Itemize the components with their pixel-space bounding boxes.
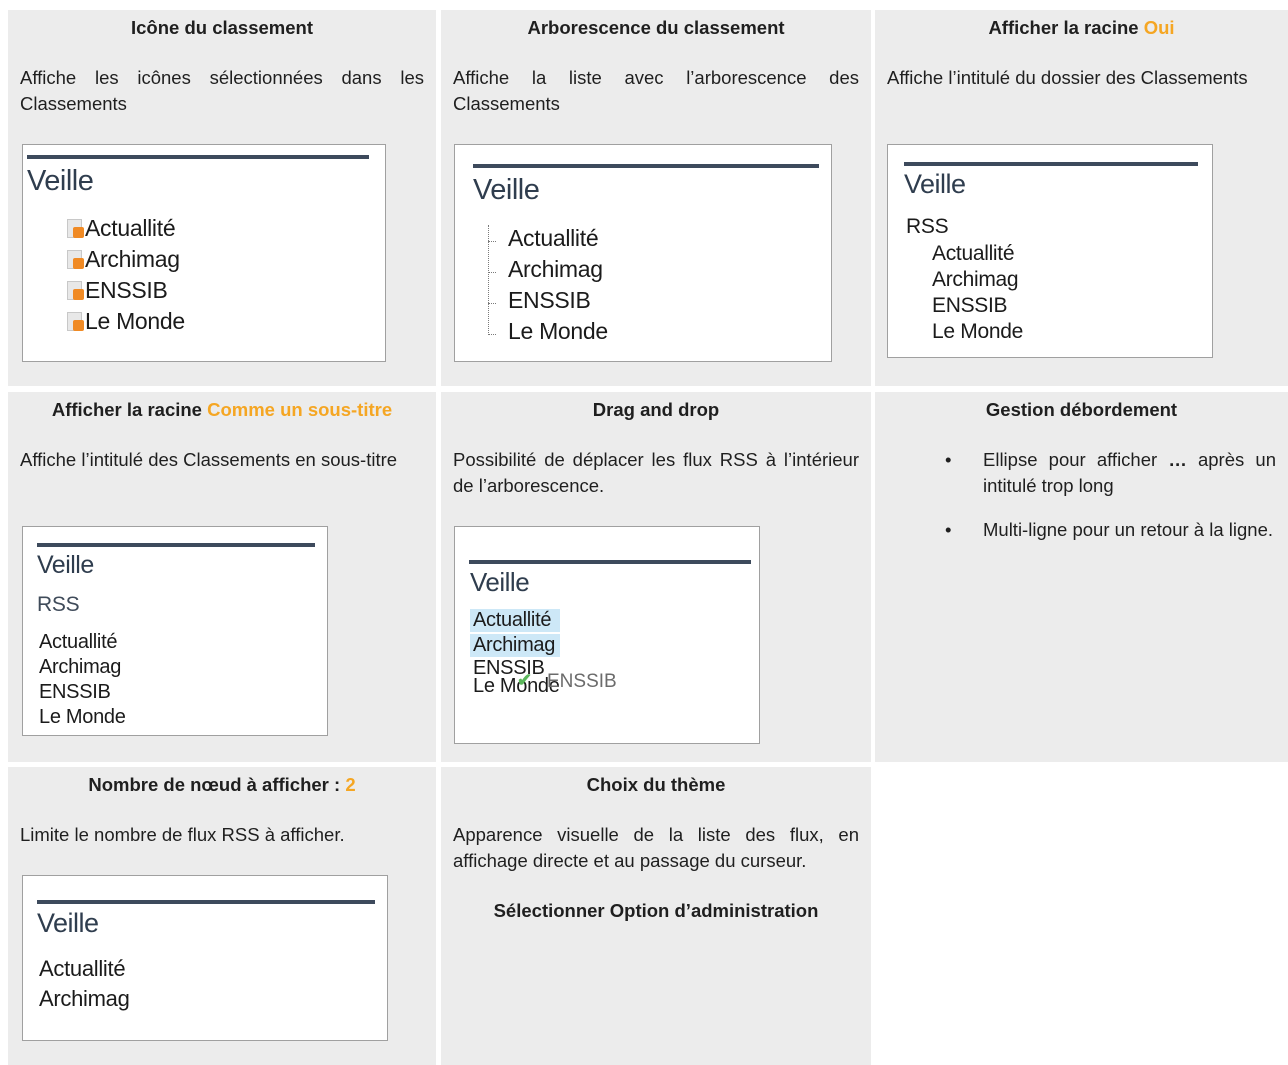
- preview-panel: Veille Actuallité Archimag ENSSIB Le Mon…: [454, 526, 760, 744]
- list-item: Actuallité: [67, 215, 176, 242]
- list-item-selected[interactable]: Archimag: [470, 634, 560, 657]
- rss-feed-icon: [67, 312, 84, 331]
- preview-panel: Veille Actuallité Archimag ENSSIB Le Mon…: [454, 144, 832, 362]
- list-item: Archimag: [67, 246, 180, 273]
- preview-panel: Veille RSS Actuallité Archimag ENSSIB Le…: [22, 526, 328, 736]
- cell-title: Drag and drop: [592, 399, 720, 420]
- preview-title: Veille: [904, 169, 966, 199]
- preview-panel: Veille RSS Actuallité Archimag ENSSIB Le…: [887, 144, 1213, 358]
- list-item: Archimag: [39, 986, 130, 1011]
- preview-title: Veille: [37, 551, 94, 579]
- cell-icone-du-classement: Icône du classement Affiche les icônes s…: [8, 10, 436, 386]
- cell-description: Affiche l’intitulé du dossier des Classe…: [887, 67, 1248, 88]
- tree-item: ENSSIB: [508, 287, 591, 313]
- tree-item: Actuallité: [508, 225, 599, 251]
- cell-gestion-debordement: Gestion débordement Ellipse pour affiche…: [875, 392, 1288, 762]
- cell-choix-du-theme: Choix du thème Apparence visuelle de la …: [441, 767, 871, 1065]
- cell-title: Arborescence du classement: [527, 17, 785, 38]
- cell-description: Affiche la liste avec l’arborescence des…: [453, 67, 859, 114]
- list-item: ENSSIB: [932, 294, 1008, 317]
- list-item-selected[interactable]: Actuallité: [470, 609, 560, 632]
- preview-title: Veille: [470, 567, 530, 597]
- tree-connector: [488, 241, 496, 242]
- rss-feed-icon: [67, 281, 84, 300]
- cell-arborescence-du-classement: Arborescence du classement Affiche la li…: [441, 10, 871, 386]
- tree-connector: [488, 303, 496, 304]
- bullet-item: Multi-ligne pour un retour à la ligne.: [887, 517, 1276, 543]
- preview-title: Veille: [473, 174, 540, 206]
- cell-title: Afficher la racine Oui: [988, 17, 1175, 38]
- cell-title: Gestion débordement: [985, 399, 1178, 420]
- root-label: RSS: [906, 215, 949, 238]
- preview-rule: [904, 162, 1198, 166]
- list-item: Le Monde: [39, 706, 126, 728]
- preview-title: Veille: [37, 908, 99, 938]
- cell-nombre-de-noeuds: Nombre de nœud à afficher : 2 Limite le …: [8, 767, 436, 1065]
- list-item: Actuallité: [39, 956, 126, 981]
- list-item: ENSSIB: [67, 277, 168, 304]
- drag-ghost-label: ENSSIB: [547, 671, 617, 692]
- tree-item: Le Monde: [508, 318, 608, 344]
- subtitle-label: RSS: [37, 593, 80, 616]
- bullet-list: Ellipse pour afficher … après un intitul…: [887, 447, 1276, 543]
- cell-title: Afficher la racine Comme un sous-titre: [51, 399, 393, 420]
- list-item: Actuallité: [39, 631, 118, 653]
- rss-feed-icon: [67, 219, 84, 238]
- preview-title: Veille: [27, 165, 94, 197]
- cell-description: Affiche les icônes sélectionnées dans le…: [20, 67, 424, 114]
- preview-panel: Veille Actuallité Archimag: [22, 875, 388, 1041]
- cell-afficher-la-racine-oui: Afficher la racine Oui Affiche l’intitul…: [875, 10, 1288, 386]
- tree-connector: [488, 272, 496, 273]
- admin-option-note: Sélectionner Option d’administration: [493, 900, 819, 921]
- tree-connector: [488, 334, 496, 335]
- preview-panel: Veille Actuallité Archimag ENSSIB Le Mon…: [22, 144, 386, 362]
- preview-rule: [473, 164, 819, 168]
- option-value: Oui: [1143, 17, 1175, 38]
- list-item: Le Monde: [67, 308, 185, 335]
- cell-description: Apparence visuelle de la liste des flux,…: [453, 824, 859, 871]
- option-value: 2: [345, 774, 356, 795]
- list-item: Actuallité: [932, 242, 1015, 265]
- rss-feed-icon: [67, 250, 84, 269]
- preview-rule: [37, 900, 375, 904]
- preview-rule: [37, 543, 315, 547]
- cell-drag-and-drop: Drag and drop Possibilité de déplacer le…: [441, 392, 871, 762]
- cell-description: Affiche l’intitulé des Classements en so…: [20, 449, 398, 470]
- preview-rule: [27, 155, 369, 159]
- list-item: ENSSIB: [39, 681, 111, 703]
- preview-rule: [469, 560, 751, 564]
- drop-check-icon: ✔: [517, 670, 533, 690]
- cell-description: Possibilité de déplacer les flux RSS à l…: [453, 449, 859, 496]
- cell-title: Choix du thème: [586, 774, 726, 795]
- list-item: Le Monde: [932, 320, 1024, 343]
- list-item: Archimag: [932, 268, 1019, 291]
- list-item: Archimag: [39, 656, 122, 678]
- cell-title: Icône du classement: [131, 17, 313, 38]
- cell-afficher-la-racine-sous-titre: Afficher la racine Comme un sous-titre A…: [8, 392, 436, 762]
- cell-description: Limite le nombre de flux RSS à afficher.: [20, 824, 345, 845]
- option-value: Comme un sous-titre: [207, 399, 393, 420]
- tree-item: Archimag: [508, 256, 603, 282]
- bullet-item: Ellipse pour afficher … après un intitul…: [887, 447, 1276, 499]
- cell-title: Nombre de nœud à afficher : 2: [88, 774, 356, 795]
